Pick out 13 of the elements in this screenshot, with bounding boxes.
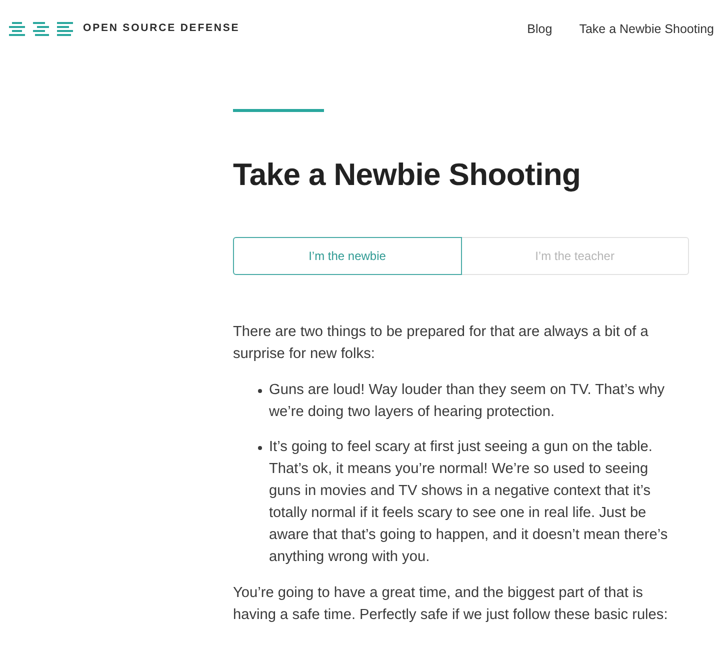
nav-link[interactable]: Take a Newbie Shooting [579, 20, 714, 38]
nav-link[interactable]: Blog [527, 20, 552, 38]
stripes-icon [57, 22, 73, 36]
logo-text: OPEN SOURCE DEFENSE [83, 21, 240, 36]
list-item-text: It’s going to feel scary at first just seeing a gun on the table. That’s ok, it means you’re normal! We’re so used to seeing guns in movies and TV shows in a negative context that it’s totally normal if it feels scary to see one in real life. Just be aware that that’s going to happen, and it doesn’t mean there’s anything wrong with you. [269, 438, 669, 568]
body-paragraph: You’re going to have a great time, and the biggest part of that is having a safe time. Perfectly safe if we just follow these basic rules: [233, 584, 669, 626]
stripes-icon [33, 22, 49, 36]
list-item-text: Guns are loud! Way louder than they seem on TV. That’s why we’re doing two layers of hearing protection. [269, 381, 666, 422]
page-title: Take a Newbie Shooting [233, 156, 582, 194]
stripes-icon [9, 22, 25, 36]
body-paragraph: There are two things to be prepared for that are always a bit of a surprise for new folks: [233, 323, 650, 364]
bullet-icon [258, 389, 262, 394]
bullet-icon [258, 446, 262, 450]
